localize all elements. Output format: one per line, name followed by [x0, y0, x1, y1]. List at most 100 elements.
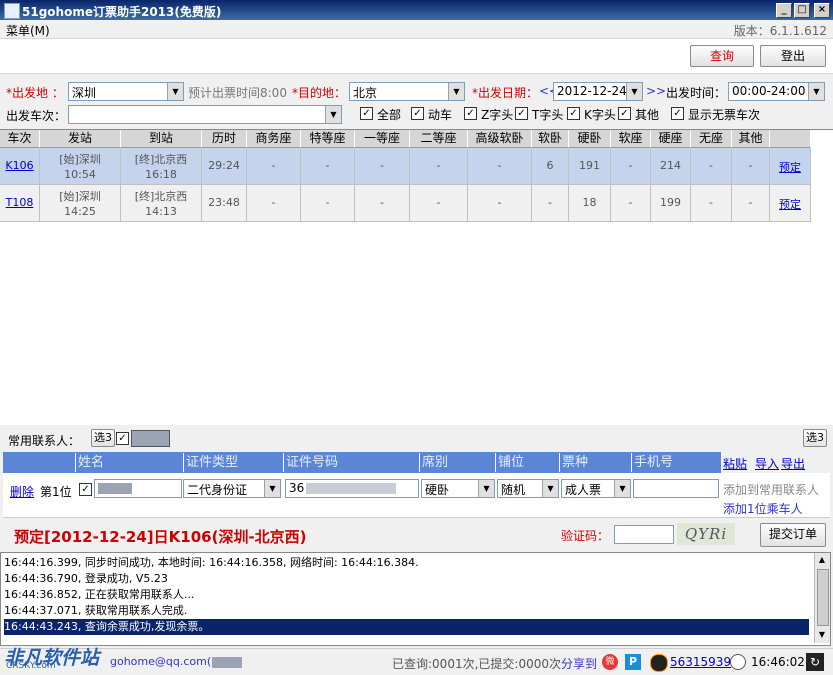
table-row[interactable]: T108 [始]深圳 14:25 [终]北京西 14:13 23:48 - - - … — [0, 185, 811, 222]
departure-date-label: *出发日期： — [472, 86, 539, 100]
from-station-select[interactable]: 深圳 ▼ — [68, 82, 184, 101]
query-button[interactable]: 查询 — [690, 45, 754, 67]
passenger-name-input[interactable] — [94, 479, 182, 498]
scroll-up-icon[interactable]: ▲ — [816, 554, 828, 566]
departure-time: 14:25 — [64, 205, 96, 218]
table-row[interactable]: K106 [始]深圳 10:54 [终]北京西 16:18 29:24 - - - … — [0, 148, 811, 185]
col-header-soft-sleeper[interactable]: 软卧 — [532, 130, 569, 148]
chevron-down-icon[interactable]: ▼ — [264, 480, 280, 497]
cell-business: - — [247, 148, 301, 185]
select-contacts-button-right[interactable]: 选3 — [803, 429, 827, 447]
col-header-premium[interactable]: 特等座 — [301, 130, 355, 148]
to-station-select[interactable]: 北京 ▼ — [349, 82, 465, 101]
col-header-deluxe-sleeper[interactable]: 高级软卧 — [468, 130, 532, 148]
ticket-type-select[interactable]: 成人票 ▼ — [561, 479, 631, 498]
chevron-down-icon[interactable]: ▼ — [478, 480, 494, 497]
chevron-down-icon[interactable]: ▼ — [542, 480, 558, 497]
id-type-select[interactable]: 二代身份证 ▼ — [183, 479, 281, 498]
book-link[interactable]: 预定 — [770, 159, 810, 175]
seat-count: - — [380, 159, 384, 172]
col-header-first[interactable]: 一等座 — [355, 130, 410, 148]
submit-order-button[interactable]: 提交订单 — [760, 523, 826, 547]
maximize-button[interactable]: □ — [794, 3, 810, 18]
menu-item-main[interactable]: 菜单(M) — [6, 22, 50, 39]
chevron-down-icon[interactable]: ▼ — [448, 83, 464, 100]
scroll-thumb[interactable] — [817, 569, 829, 626]
seat-class-select[interactable]: 硬卧 ▼ — [421, 479, 495, 498]
col-header-duration[interactable]: 历时 — [202, 130, 247, 148]
log-scrollbar[interactable]: ▲ ▼ — [814, 553, 830, 643]
qq-number-link[interactable]: 56315939 — [670, 655, 731, 669]
contact-checkbox[interactable]: ✓ — [116, 432, 129, 445]
book-link[interactable]: 预定 — [770, 196, 810, 212]
minimize-button[interactable]: _ — [776, 3, 792, 18]
show-sold-out-checkbox[interactable]: ✓ — [671, 107, 684, 120]
log-panel[interactable]: 16:44:16.399, 同步时间成功, 本地时间: 16:44:16.358… — [0, 552, 831, 646]
export-link[interactable]: 导出 — [781, 455, 805, 472]
col-header-hard-sleeper[interactable]: 硬卧 — [569, 130, 611, 148]
col-header-train[interactable]: 车次 — [0, 130, 40, 148]
departure-time-select[interactable]: 00:00-24:00 ▼ — [728, 82, 825, 101]
chevron-down-icon[interactable]: ▼ — [626, 83, 642, 100]
filter-emu-checkbox[interactable]: ✓ — [411, 107, 424, 120]
next-date-button[interactable]: >> — [646, 84, 666, 98]
scroll-down-icon[interactable]: ▼ — [816, 629, 828, 641]
captcha-input[interactable] — [614, 525, 674, 544]
id-number-input[interactable]: 36 — [285, 479, 419, 498]
chevron-down-icon[interactable]: ▼ — [167, 83, 183, 100]
train-link[interactable]: K106 — [0, 159, 39, 172]
passenger-row: 删除 第1位 ✓ 二代身份证 ▼ 36 硬卧 ▼ 随机 ▼ 成人票 ▼ 添加到常… — [3, 473, 830, 518]
col-header-other[interactable]: 其他 — [732, 130, 770, 148]
col-header-business[interactable]: 商务座 — [247, 130, 301, 148]
qq-icon[interactable] — [650, 654, 668, 672]
col-header-soft-seat[interactable]: 软座 — [611, 130, 651, 148]
chevron-down-icon[interactable]: ▼ — [325, 106, 341, 123]
close-button[interactable]: × — [814, 3, 830, 18]
phone-input[interactable] — [633, 479, 719, 498]
ticket-type-value: 成人票 — [565, 483, 602, 497]
id-number-redacted — [306, 483, 396, 494]
passenger-name-redacted — [98, 483, 132, 494]
train-link[interactable]: T108 — [0, 196, 39, 209]
cell-deluxe-sleeper: - — [468, 185, 532, 222]
cell-premium: - — [301, 148, 355, 185]
qzone-icon[interactable]: P — [625, 654, 641, 670]
clock-icon — [730, 654, 746, 670]
chevron-down-icon[interactable]: ▼ — [614, 480, 630, 497]
logout-button[interactable]: 登出 — [760, 45, 826, 67]
col-header-second[interactable]: 二等座 — [410, 130, 468, 148]
filter-other-checkbox[interactable]: ✓ — [618, 107, 631, 120]
col-header-no-seat[interactable]: 无座 — [691, 130, 732, 148]
departure-date-picker[interactable]: 2012-12-24 ▼ — [553, 82, 643, 101]
paste-link[interactable]: 粘贴 — [723, 455, 747, 472]
delete-passenger-link[interactable]: 删除 — [10, 483, 34, 500]
filter-k-checkbox[interactable]: ✓ — [567, 107, 580, 120]
train-number-select[interactable]: ▼ — [68, 105, 342, 124]
select-contacts-button[interactable]: 选3 — [91, 429, 115, 447]
berth-select[interactable]: 随机 ▼ — [497, 479, 559, 498]
import-link[interactable]: 导入 — [755, 455, 779, 472]
duration: 23:48 — [208, 196, 240, 209]
col-header-hard-seat[interactable]: 硬座 — [651, 130, 691, 148]
cell-business: - — [247, 185, 301, 222]
filter-all-checkbox[interactable]: ✓ — [360, 107, 373, 120]
refresh-icon[interactable]: ↻ — [806, 653, 824, 671]
train-results-grid: 车次 发站 到站 历时 商务座 特等座 一等座 二等座 高级软卧 软卧 硬卧 软… — [0, 129, 833, 425]
filter-t-checkbox[interactable]: ✓ — [515, 107, 528, 120]
departure-date-value: 2012-12-24 — [557, 84, 627, 98]
chevron-down-icon[interactable]: ▼ — [808, 83, 824, 100]
contact-name-redacted — [131, 430, 170, 447]
cell-action: 预定 — [770, 148, 811, 185]
col-header-from[interactable]: 发站 — [40, 130, 121, 148]
captcha-image[interactable]: QYRi — [677, 523, 735, 545]
add-passenger-link[interactable]: 添加1位乘车人 — [723, 500, 803, 517]
add-to-contacts-link[interactable]: 添加到常用联系人 — [723, 481, 819, 498]
filter-z-checkbox[interactable]: ✓ — [464, 107, 477, 120]
passenger-checkbox[interactable]: ✓ — [79, 483, 92, 496]
departure-time-value: 00:00-24:00 — [732, 84, 806, 98]
seat-count: 191 — [579, 159, 600, 172]
col-header-to[interactable]: 到站 — [121, 130, 202, 148]
log-line: 16:44:36.852, 正在获取常用联系人... — [4, 588, 195, 601]
cell-hard-sleeper: 191 — [569, 148, 611, 185]
weibo-icon[interactable]: 微 — [602, 654, 618, 670]
